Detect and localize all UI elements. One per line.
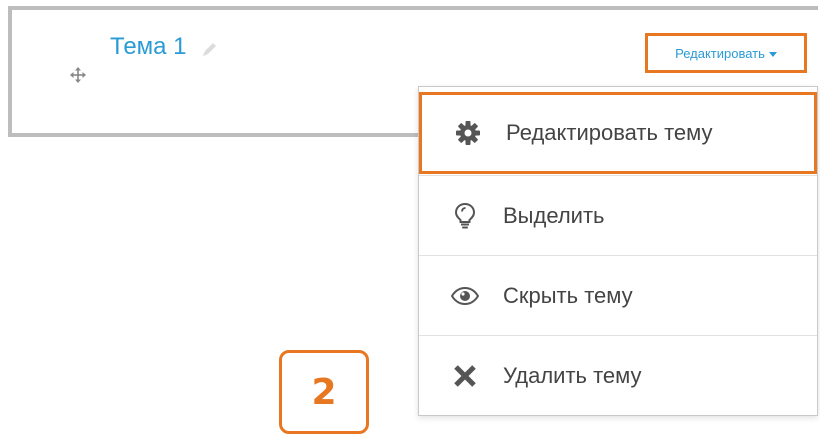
menu-item-label: Выделить bbox=[503, 202, 605, 228]
menu-item-label: Скрыть тему bbox=[503, 282, 633, 308]
menu-item-label: Редактировать тему bbox=[506, 120, 713, 145]
menu-item-edit-topic[interactable]: Редактировать тему bbox=[419, 92, 817, 174]
menu-item-delete-topic[interactable]: Удалить тему bbox=[419, 335, 817, 415]
step-number-badge: 2 bbox=[279, 350, 369, 434]
section-title-link[interactable]: Тема 1 bbox=[110, 33, 187, 61]
menu-item-hide-topic[interactable]: Скрыть тему bbox=[419, 255, 817, 335]
eye-icon bbox=[451, 282, 479, 310]
edit-menu-toggle-label: Редактировать bbox=[675, 45, 765, 61]
move-icon[interactable] bbox=[70, 67, 86, 83]
menu-item-label: Удалить тему bbox=[503, 362, 642, 388]
edit-menu-toggle[interactable]: Редактировать bbox=[645, 33, 807, 73]
menu-item-highlight[interactable]: Выделить bbox=[419, 175, 817, 255]
caret-down-icon bbox=[768, 51, 777, 57]
section-title-group: Тема 1 bbox=[110, 33, 219, 61]
screenshot-stage: Тема 1 Редактировать Редактировать тему … bbox=[0, 0, 820, 439]
lightbulb-icon bbox=[451, 202, 479, 230]
gear-icon bbox=[454, 119, 482, 147]
pencil-icon[interactable] bbox=[201, 40, 219, 58]
edit-dropdown-menu: Редактировать тему Выделить Скрыть тему … bbox=[418, 86, 818, 416]
close-icon bbox=[451, 362, 479, 390]
